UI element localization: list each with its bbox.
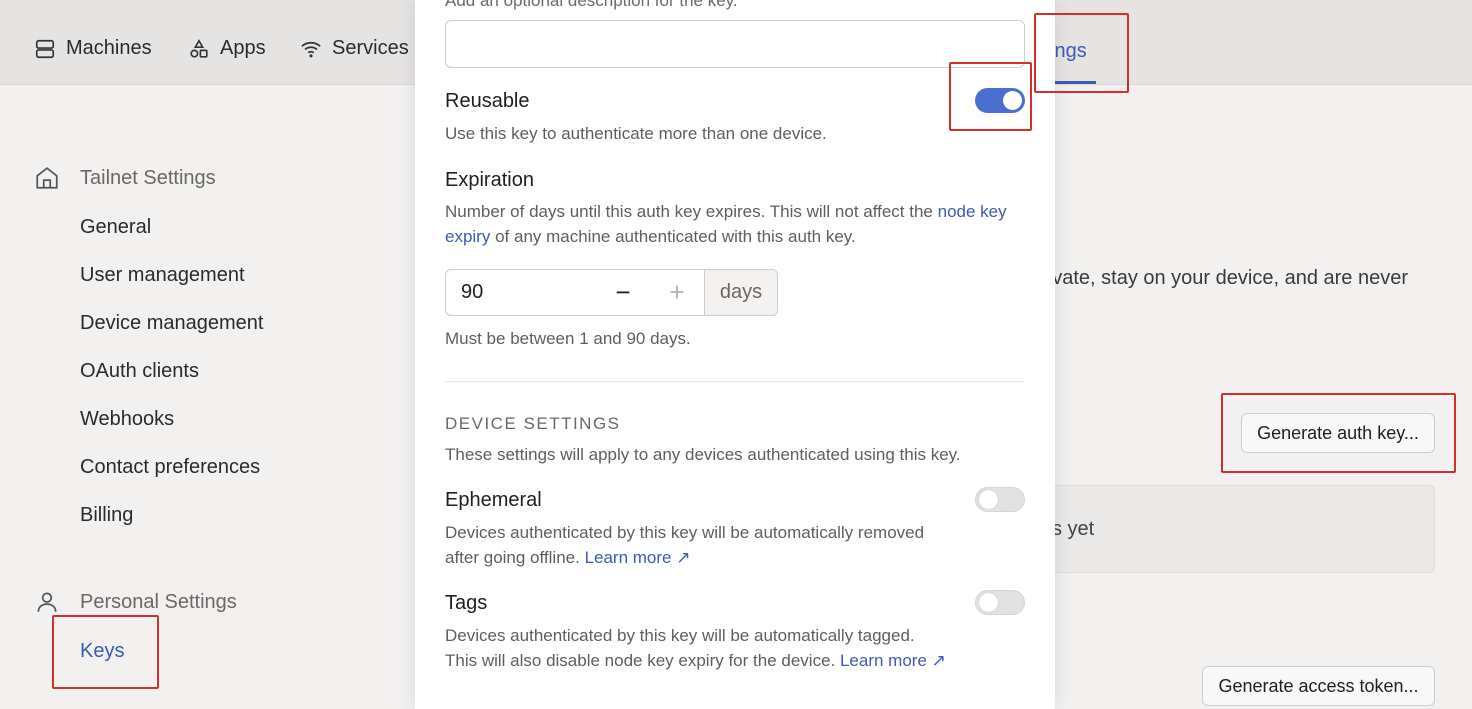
sidebar-personal-heading-label: Personal Settings	[80, 590, 237, 613]
increment-button[interactable]: +	[650, 270, 704, 315]
server-icon	[35, 39, 55, 58]
tags-help-line1: Devices authenticated by this key will b…	[445, 626, 915, 645]
description-help: Add an optional description for the key.	[445, 0, 738, 10]
section-divider	[445, 381, 1025, 382]
expiration-help-text: Number of days until this auth key expir…	[445, 202, 938, 221]
decrement-button[interactable]: −	[596, 270, 650, 315]
annotation-box-generate-auth-key	[1221, 393, 1456, 473]
sidebar-item-general[interactable]: General	[80, 216, 151, 239]
annotation-box-reusable-toggle	[949, 62, 1032, 131]
annotation-box-keys	[52, 615, 159, 689]
auth-keys-empty-text: s yet	[1052, 518, 1095, 540]
ephemeral-help: Devices authenticated by this key will b…	[445, 520, 924, 570]
tags-toggle[interactable]	[975, 590, 1025, 615]
ephemeral-help-line2: after going offline.	[445, 548, 585, 567]
sidebar-item-device-management[interactable]: Device management	[80, 312, 263, 335]
ephemeral-help-line1: Devices authenticated by this key will b…	[445, 523, 925, 542]
tags-learn-more-link[interactable]: Learn more ↗	[840, 651, 946, 670]
expiration-constraint: Must be between 1 and 90 days.	[445, 329, 691, 348]
toggle-knob	[979, 490, 998, 509]
annotation-box-settings	[1034, 13, 1129, 93]
description-input[interactable]	[445, 20, 1025, 68]
sidebar-item-user-management[interactable]: User management	[80, 264, 245, 287]
sidebar-item-contact-preferences[interactable]: Contact preferences	[80, 456, 260, 479]
tags-label: Tags	[445, 592, 488, 614]
apps-icon	[190, 38, 208, 58]
device-settings-title: DEVICE SETTINGS	[445, 414, 621, 433]
expiration-stepper: 90 − + days	[445, 269, 778, 316]
ephemeral-toggle[interactable]	[975, 487, 1025, 512]
ephemeral-label: Ephemeral	[445, 489, 542, 511]
nav-apps[interactable]: Apps	[188, 37, 266, 60]
nav-services[interactable]: Services	[300, 37, 409, 60]
nav-machines[interactable]: Machines	[34, 37, 152, 60]
sidebar-tailnet-heading: Tailnet Settings	[34, 165, 216, 191]
sidebar-item-webhooks[interactable]: Webhooks	[80, 408, 174, 431]
user-icon	[37, 592, 57, 612]
device-settings-help: These settings will apply to any devices…	[445, 445, 961, 464]
sidebar-item-billing[interactable]: Billing	[80, 504, 133, 527]
days-unit-label: days	[704, 270, 777, 315]
generate-access-token-button[interactable]: Generate access token...	[1202, 666, 1435, 706]
expiration-help-text-after: of any machine authenticated with this a…	[490, 227, 856, 246]
sidebar-tailnet-heading-label: Tailnet Settings	[80, 166, 216, 189]
nav-apps-label: Apps	[220, 37, 266, 59]
ephemeral-learn-more-link[interactable]: Learn more ↗	[585, 548, 691, 567]
sidebar-personal-heading: Personal Settings	[34, 589, 237, 615]
nav-machines-label: Machines	[66, 37, 152, 59]
expiration-days-input[interactable]: 90	[446, 270, 596, 315]
sidebar-item-oauth-clients[interactable]: OAuth clients	[80, 360, 199, 383]
auth-keys-empty-state	[1040, 485, 1435, 573]
toggle-knob	[979, 593, 998, 612]
wifi-icon	[301, 41, 321, 57]
reusable-label: Reusable	[445, 90, 530, 112]
expiration-help: Number of days until this auth key expir…	[445, 199, 1030, 249]
reusable-help: Use this key to authenticate more than o…	[445, 124, 827, 143]
tags-help-line2: This will also disable node key expiry f…	[445, 651, 840, 670]
home-icon	[36, 167, 58, 189]
keys-description-text: private, stay on your device, and are ne…	[1030, 267, 1408, 289]
expiration-label: Expiration	[445, 169, 534, 191]
nav-services-label: Services	[332, 37, 409, 59]
tags-help: Devices authenticated by this key will b…	[445, 623, 946, 673]
